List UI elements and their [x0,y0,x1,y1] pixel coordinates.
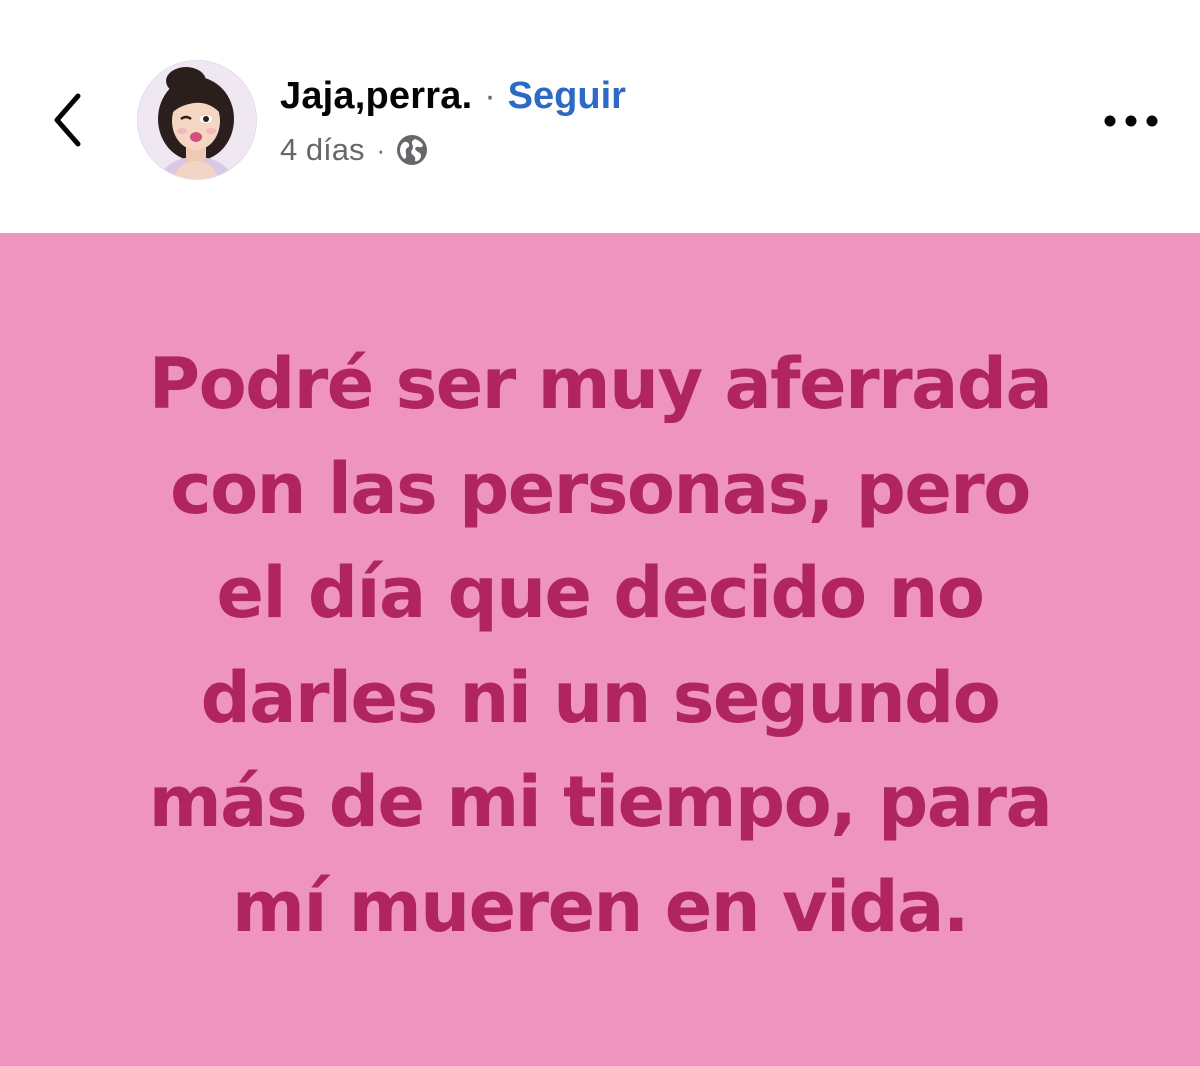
back-button[interactable] [40,82,96,158]
separator-dot: · [484,76,496,115]
avatar[interactable] [138,61,256,179]
post-header: Jaja,perra. · Seguir 4 días · [0,0,1200,233]
globe-icon [395,133,429,167]
post-text-line: Podré ser muy aferrada [148,343,1053,425]
post-timestamp[interactable]: 4 días [280,132,364,168]
post-text-line: el día que decido no [216,552,985,634]
post-text-line: con las personas, pero [170,447,1031,530]
post-text-line: más de mi tiempo, para [148,761,1053,843]
more-options-button[interactable] [1094,96,1168,146]
post-text: Podré ser muy aferrada con las personas,… [60,332,1140,959]
post-meta: 4 días · [280,128,429,172]
chevron-left-icon [54,93,81,147]
profile-picture-illustration [138,61,256,179]
post-text-line: mí mueren en vida. [232,865,970,948]
more-horizontal-icon [1104,115,1158,127]
follow-button[interactable]: Seguir [508,75,626,118]
post-text-line: darles ni un segundo [200,656,1001,739]
meta-separator-dot: · [376,134,386,165]
author-line: Jaja,perra. · Seguir [280,70,626,122]
author-name[interactable]: Jaja,perra. [280,75,472,118]
